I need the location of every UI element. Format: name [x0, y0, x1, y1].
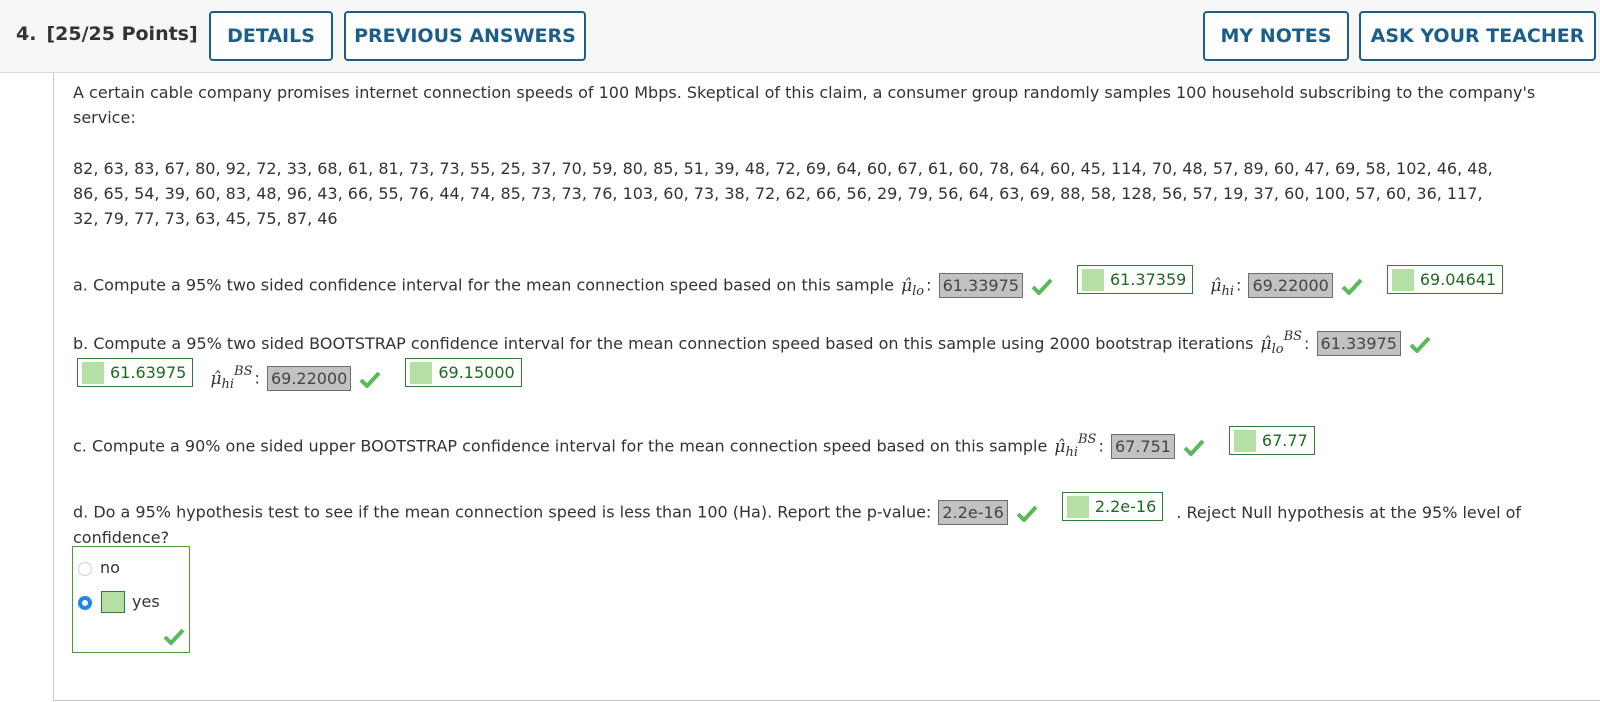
option-no-label: no: [100, 558, 120, 577]
answer-b-hi[interactable]: 69.22000: [266, 365, 352, 391]
check-icon: [1016, 505, 1038, 522]
question-intro: A certain cable company promises interne…: [73, 83, 1536, 127]
points-label: [25/25 Points]: [46, 23, 198, 45]
question-header: 4. [25/25 Points] DETAILS PREVIOUS ANSWER…: [0, 0, 1600, 73]
answer-c[interactable]: 67.751: [1110, 433, 1175, 459]
colon: :: [1304, 334, 1310, 353]
part-d-text: d. Do a 95% hypothesis test to see if th…: [73, 502, 932, 522]
radio-yes-selected[interactable]: [78, 596, 92, 610]
check-icon: [359, 371, 381, 388]
reject-null-options: no yes: [72, 546, 190, 653]
check-icon: [1183, 439, 1205, 456]
ask-your-teacher-button[interactable]: ASK YOUR TEACHER: [1359, 11, 1596, 61]
answer-a-lo[interactable]: 61.33975: [938, 272, 1023, 298]
part-a-text: a. Compute a 95% two sided confidence in…: [73, 275, 894, 295]
part-d: d. Do a 95% hypothesis test to see if th…: [73, 492, 1521, 525]
sample-data-line-3: 32, 79, 77, 73, 63, 45, 75, 87, 46: [73, 209, 338, 228]
check-icon: [1341, 278, 1363, 295]
key-icon: [1081, 268, 1104, 291]
check-icon: [163, 628, 185, 645]
mu-hat-hi-bs: μ̂hiBS: [210, 363, 253, 392]
part-c: c. Compute a 90% one sided upper BOOTSTR…: [73, 426, 1315, 465]
colon: :: [926, 275, 932, 295]
sample-data: 82, 63, 83, 67, 80, 92, 72, 33, 68, 61, …: [73, 156, 1593, 231]
previous-answers-button[interactable]: PREVIOUS ANSWERS: [344, 11, 586, 61]
answer-d-pvalue[interactable]: 2.2e-16: [938, 499, 1008, 525]
key-icon: [1233, 429, 1256, 452]
part-a: a. Compute a 95% two sided confidence in…: [73, 265, 1504, 304]
mu-hat-lo-bs: μ̂loBS: [1260, 329, 1303, 357]
correct-answer-a-lo: 61.37359: [1076, 265, 1194, 294]
colon: :: [254, 368, 260, 388]
sample-data-line-2: 86, 65, 54, 39, 60, 83, 48, 96, 43, 66, …: [73, 184, 1483, 203]
part-b-line2: 61.63975 μ̂hiBS: 69.22000 69.15000: [77, 358, 522, 397]
answer-a-hi[interactable]: 69.22000: [1248, 272, 1333, 298]
key-icon: [1066, 495, 1089, 518]
colon: :: [1235, 275, 1242, 295]
colon: :: [1098, 436, 1104, 456]
part-d-tail: . Reject Null hypothesis at the 95% leve…: [1176, 502, 1522, 522]
sample-data-line-1: 82, 63, 83, 67, 80, 92, 72, 33, 68, 61, …: [73, 159, 1493, 178]
answer-b-lo[interactable]: 61.33975: [1316, 331, 1401, 356]
mu-hat-hi-bs: μ̂hiBS: [1054, 431, 1097, 460]
correct-answer-c: 67.77: [1228, 426, 1315, 455]
part-c-text: c. Compute a 90% one sided upper BOOTSTR…: [73, 436, 1048, 456]
key-icon: [1391, 268, 1414, 291]
key-icon: [101, 591, 125, 613]
check-icon: [1031, 278, 1053, 295]
my-notes-button[interactable]: MY NOTES: [1203, 11, 1349, 61]
option-yes-label: yes: [132, 592, 160, 611]
question-number: 4.: [16, 23, 37, 45]
correct-answer-b-hi: 69.15000: [405, 358, 522, 387]
key-icon: [82, 361, 104, 384]
correct-answer-a-hi: 69.04641: [1386, 265, 1504, 294]
mu-hat-hi: μ̂hi: [1210, 275, 1234, 299]
part-b: b. Compute a 95% two sided BOOTSTRAP con…: [73, 324, 1439, 362]
question-title: 4. [25/25 Points]: [16, 23, 208, 45]
mu-hat-lo: μ̂lo: [901, 275, 925, 299]
correct-answer-d-pvalue: 2.2e-16: [1061, 492, 1164, 521]
check-icon: [1409, 336, 1431, 353]
key-icon: [410, 361, 433, 384]
radio-no[interactable]: [78, 562, 92, 576]
correct-answer-b-lo: 61.63975: [77, 358, 194, 387]
details-button[interactable]: DETAILS: [209, 11, 333, 61]
part-b-text: b. Compute a 95% two sided BOOTSTRAP con…: [73, 334, 1254, 353]
